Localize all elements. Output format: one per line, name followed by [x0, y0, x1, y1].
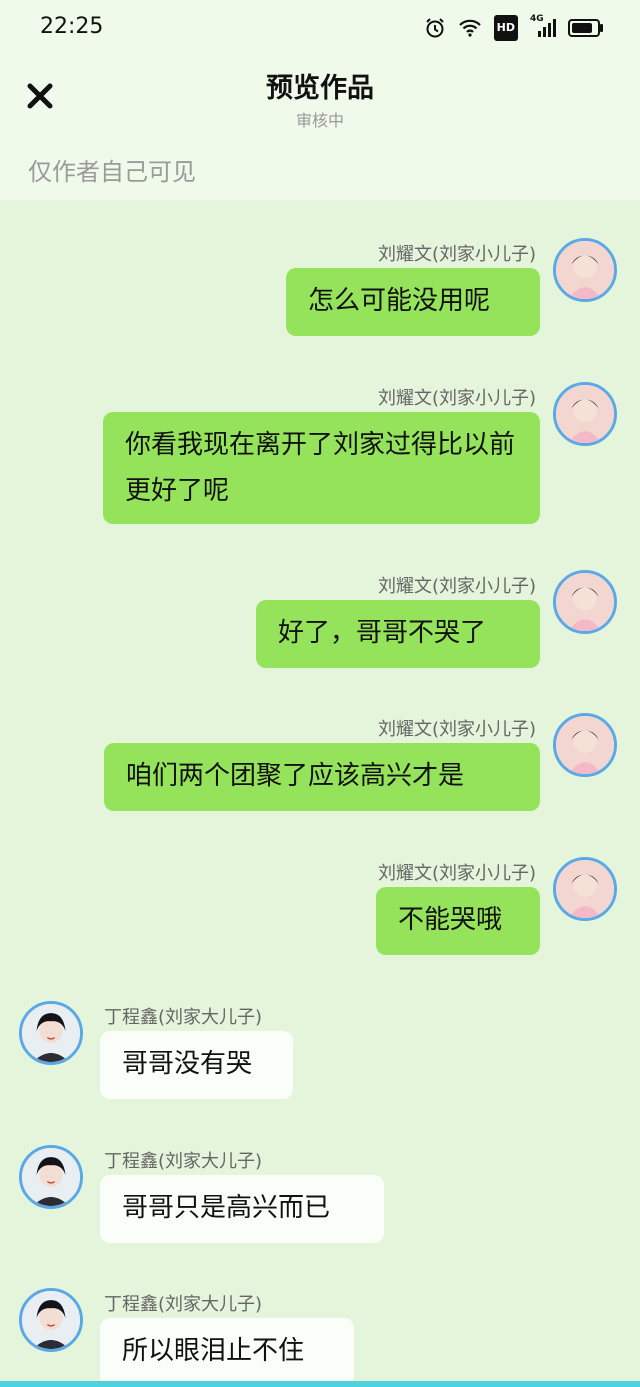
message-bubble[interactable]: 不能哭哦 [376, 887, 540, 955]
chat-message: 刘耀文(刘家小儿子) 怎么可能没用呢 [0, 238, 640, 348]
avatar[interactable] [553, 570, 617, 634]
header: 22:25 HD 4G 预览作品 审核中 仅作者自己可见 [0, 0, 640, 200]
battery-icon [568, 19, 603, 37]
page-title: 预览作品 [266, 73, 374, 104]
sender-name: 丁程鑫(刘家大儿子) [104, 1294, 263, 1315]
signal-icon: 4G [530, 14, 556, 40]
avatar[interactable] [553, 238, 617, 302]
chat-message: 刘耀文(刘家小儿子) 好了，哥哥不哭了 [0, 570, 640, 680]
message-bubble[interactable]: 你看我现在离开了刘家过得比以前更好了呢 [103, 412, 540, 524]
chat-message: 丁程鑫(刘家大儿子) 所以眼泪止不住 [0, 1288, 640, 1381]
sender-name: 刘耀文(刘家小儿子) [377, 244, 536, 265]
avatar[interactable] [553, 857, 617, 921]
message-bubble[interactable]: 咱们两个团聚了应该高兴才是 [104, 743, 540, 811]
hd-icon: HD [493, 15, 518, 41]
status-icons: HD 4G [424, 14, 603, 42]
sender-name: 丁程鑫(刘家大儿子) [104, 1151, 263, 1172]
sender-name: 刘耀文(刘家小儿子) [377, 576, 536, 597]
message-bubble[interactable]: 怎么可能没用呢 [286, 268, 540, 336]
avatar[interactable] [19, 1001, 83, 1065]
alarm-icon [424, 16, 446, 40]
wifi-icon [458, 16, 482, 40]
sender-name: 丁程鑫(刘家大儿子) [104, 1007, 263, 1028]
avatar[interactable] [553, 382, 617, 446]
review-status: 审核中 [295, 111, 344, 130]
message-bubble[interactable]: 所以眼泪止不住 [100, 1318, 354, 1381]
avatar[interactable] [19, 1288, 83, 1352]
chat-message: 丁程鑫(刘家大儿子) 哥哥只是高兴而已 [0, 1145, 640, 1255]
avatar[interactable] [19, 1145, 83, 1209]
chat-message: 刘耀文(刘家小儿子) 你看我现在离开了刘家过得比以前更好了呢 [0, 382, 640, 532]
message-bubble[interactable]: 哥哥只是高兴而已 [100, 1175, 384, 1243]
chat-message: 刘耀文(刘家小儿子) 不能哭哦 [0, 857, 640, 967]
chat-message: 丁程鑫(刘家大儿子) 哥哥没有哭 [0, 1001, 640, 1111]
network-type-label: 4G [530, 14, 544, 24]
sender-name: 刘耀文(刘家小儿子) [377, 388, 536, 409]
avatar[interactable] [553, 713, 617, 777]
status-time: 22:25 [40, 14, 104, 39]
sender-name: 刘耀文(刘家小儿子) [377, 863, 536, 884]
chat-message: 刘耀文(刘家小儿子) 咱们两个团聚了应该高兴才是 [0, 713, 640, 823]
bottom-edge-bar [0, 1381, 640, 1387]
message-bubble[interactable]: 好了，哥哥不哭了 [256, 600, 540, 668]
message-bubble[interactable]: 哥哥没有哭 [100, 1031, 293, 1099]
visibility-note: 仅作者自己可见 [28, 158, 196, 186]
sender-name: 刘耀文(刘家小儿子) [377, 719, 536, 740]
